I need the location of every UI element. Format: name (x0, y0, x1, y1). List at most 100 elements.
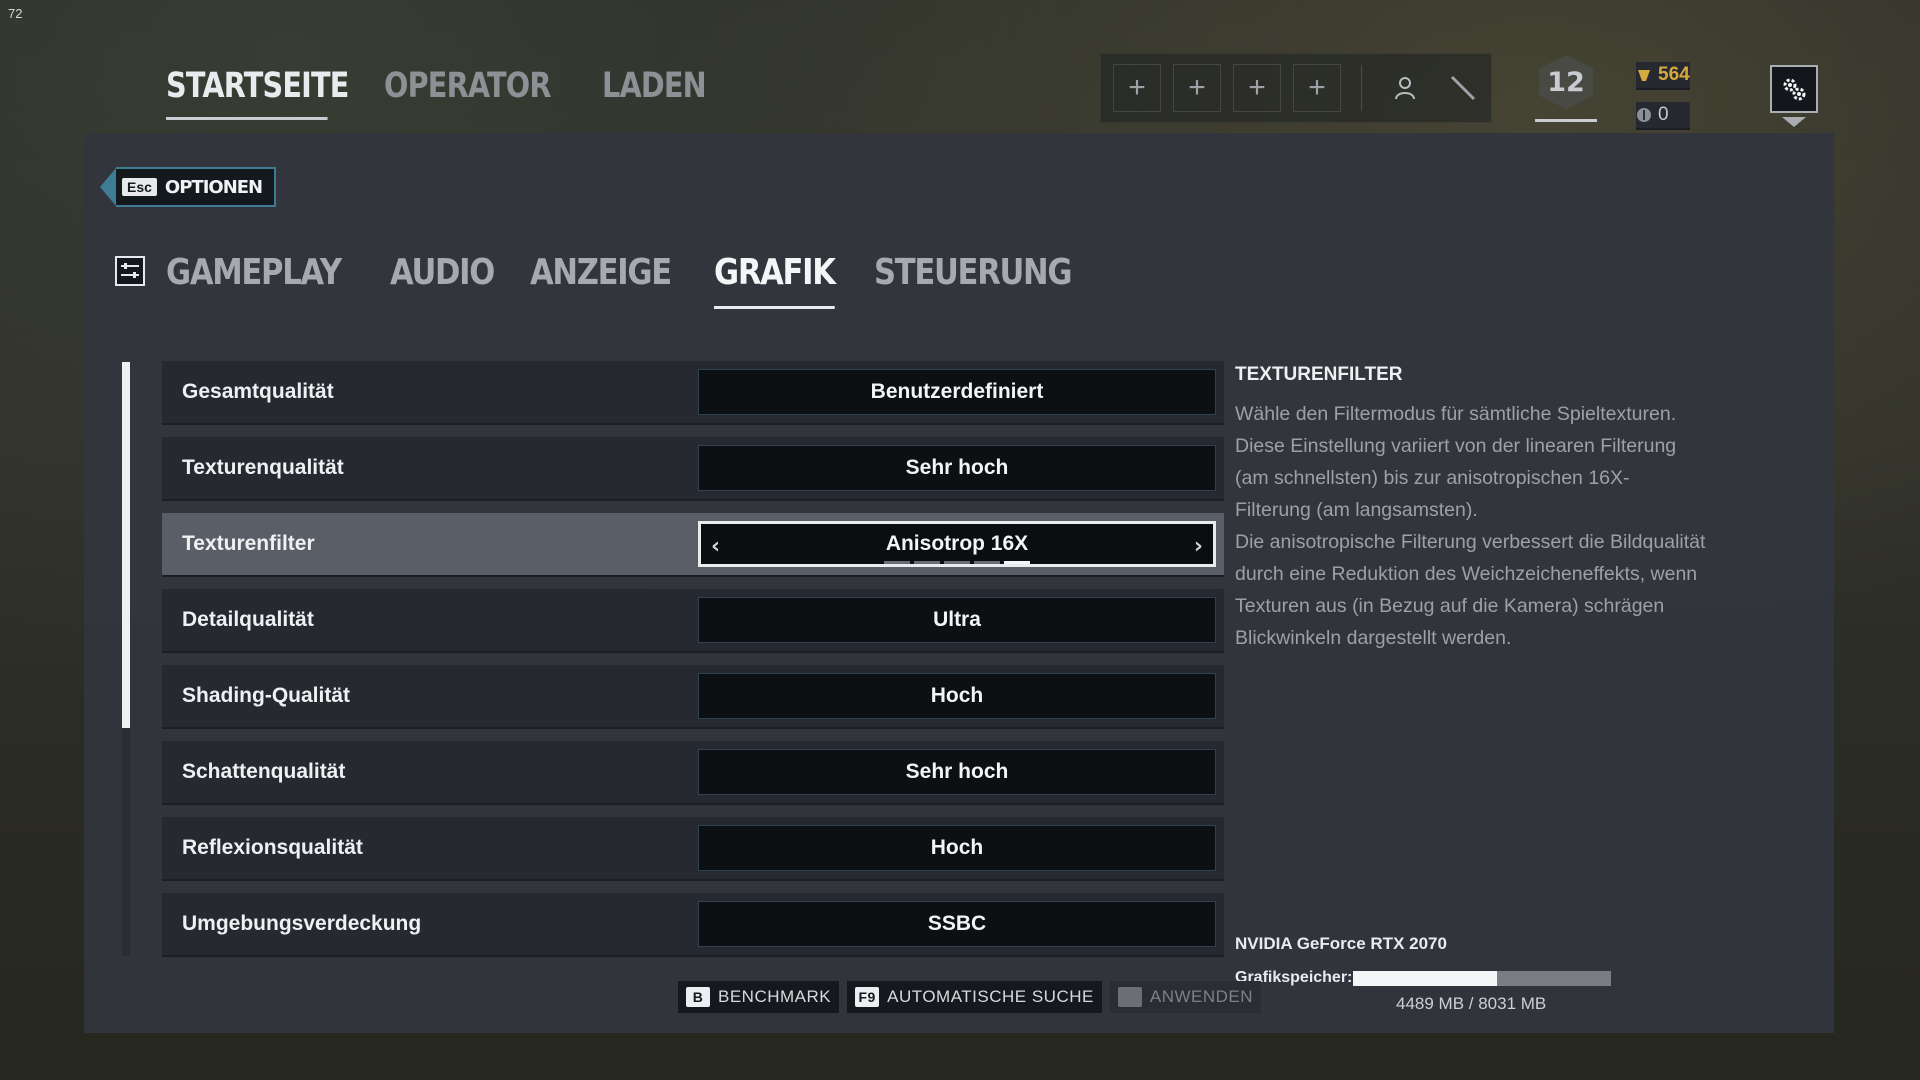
setting-row-reflexionsqualitaet[interactable]: Reflexionsqualität Hoch (162, 817, 1224, 881)
setting-value[interactable]: Hoch (698, 825, 1216, 871)
button-label: BENCHMARK (718, 987, 832, 1006)
setting-row-schattenqualitaet[interactable]: Schattenqualität Sehr hoch (162, 741, 1224, 805)
player-level: 12 (1535, 55, 1597, 125)
description-line: durch eine Reduktion des Weichzeicheneff… (1235, 563, 1698, 585)
renown-amount: 564 (1658, 64, 1690, 85)
key-hint (1117, 987, 1142, 1007)
plus-icon: + (1248, 71, 1266, 104)
option-pip (974, 561, 1000, 564)
renown-icon (1638, 70, 1650, 81)
tab-steuerung[interactable]: STEUERUNG (874, 252, 1073, 309)
description-line: Diese Einstellung variiert von der linea… (1235, 435, 1677, 457)
gear-icon (1783, 78, 1806, 101)
squad-slot-1[interactable]: + (1113, 64, 1161, 112)
nav-startseite[interactable]: STARTSEITE (166, 66, 349, 120)
setting-value[interactable]: SSBC (698, 901, 1216, 947)
key-hint: B (686, 987, 710, 1007)
setting-value[interactable]: Benutzerdefiniert (698, 369, 1216, 415)
button-label: ANWENDEN (1149, 987, 1254, 1006)
vram-usage-bar (1353, 971, 1611, 986)
setting-label: Gesamtqualität (182, 380, 334, 403)
auto-detect-button[interactable]: F9 AUTOMATISCHE SUCHE (847, 981, 1102, 1013)
squad-bar: + + + + (1100, 53, 1492, 123)
setting-row-umgebungsverdeckung[interactable]: Umgebungsverdeckung SSBC (162, 893, 1224, 957)
tab-audio[interactable]: AUDIO (390, 252, 495, 309)
tab-grafik[interactable]: GRAFIK (713, 252, 836, 309)
description-line: Die anisotropische Filterung verbessert … (1235, 531, 1706, 553)
benchmark-button[interactable]: B BENCHMARK (678, 981, 840, 1013)
description-title: TEXTURENFILTER (1235, 364, 1403, 385)
setting-value[interactable]: Sehr hoch (698, 445, 1216, 491)
nav-operator[interactable]: OPERATOR (384, 66, 551, 120)
setting-value[interactable]: Ultra (698, 597, 1216, 643)
description-line: Blickwinkeln dargestellt werden. (1235, 627, 1512, 649)
vram-usage-text: 4489 MB / 8031 MB (1396, 994, 1547, 1013)
main-nav: STARTSEITE OPERATOR LADEN (166, 66, 782, 120)
apply-button[interactable]: ANWENDEN (1109, 981, 1262, 1013)
fps-counter: 72 (8, 6, 23, 21)
level-badge: 12 (1539, 55, 1593, 109)
plus-icon: + (1128, 71, 1146, 104)
setting-label: Umgebungsverdeckung (182, 912, 422, 935)
setting-row-detailqualitaet[interactable]: Detailqualität Ultra (162, 589, 1224, 653)
option-pip (914, 561, 940, 564)
nav-laden[interactable]: LADEN (602, 66, 750, 120)
option-position-indicator (884, 561, 1030, 564)
setting-row-gesamtqualitaet[interactable]: Gesamtqualität Benutzerdefiniert (162, 361, 1224, 425)
option-pip (884, 561, 910, 564)
level-underline (1535, 119, 1597, 122)
options-tabs: GAMEPLAY AUDIO ANZEIGE GRAFIK STEUERUNG (166, 252, 1124, 309)
option-pip (1004, 561, 1030, 564)
user-icon (1395, 77, 1415, 100)
squad-slot-2[interactable]: + (1173, 64, 1221, 112)
key-hint: F9 (855, 987, 880, 1007)
options-title: OPTIONEN (164, 176, 263, 198)
currency-display: 564 0 (1636, 62, 1690, 142)
setting-label: Reflexionsqualität (182, 836, 363, 859)
setting-description: TEXTURENFILTER Wähle den Filtermodus für… (1235, 364, 1765, 654)
vram-usage-fill (1353, 971, 1498, 986)
squad-slot-4[interactable]: + (1293, 64, 1341, 112)
setting-label: Texturenfilter (182, 532, 315, 555)
back-button[interactable]: Esc OPTIONEN (100, 167, 277, 207)
back-arrow-icon (100, 168, 116, 206)
setting-label: Texturenqualität (182, 456, 344, 479)
tab-gameplay[interactable]: GAMEPLAY (166, 252, 342, 309)
tab-anzeige[interactable]: ANZEIGE (530, 252, 672, 309)
setting-label: Detailqualität (182, 608, 314, 631)
chevron-left-icon[interactable]: ‹ (711, 534, 720, 559)
setting-value[interactable]: Sehr hoch (698, 749, 1216, 795)
description-line: Texturen aus (in Bezug auf die Kamera) s… (1235, 595, 1665, 617)
button-label: AUTOMATISCHE SUCHE (887, 987, 1094, 1006)
plus-icon: + (1308, 71, 1326, 104)
credits-amount: 0 (1658, 104, 1669, 125)
setting-row-texturenfilter[interactable]: Texturenfilter ‹ Anisotrop 16X › (162, 513, 1224, 577)
setting-value[interactable]: Hoch (698, 673, 1216, 719)
option-pip (944, 561, 970, 564)
bottom-actions: B BENCHMARK F9 AUTOMATISCHE SUCHE ANWEND… (678, 981, 1262, 1013)
slash-button[interactable] (1440, 65, 1486, 111)
scrollbar-thumb[interactable] (122, 362, 130, 728)
setting-label: Schattenqualität (182, 760, 346, 783)
setting-row-shading-qualitaet[interactable]: Shading-Qualität Hoch (162, 665, 1224, 729)
setting-label: Shading-Qualität (182, 684, 350, 707)
setting-value[interactable]: ‹ Anisotrop 16X › (698, 521, 1216, 567)
description-line: (am schnellsten) bis zur anisotropischen… (1235, 467, 1630, 489)
chevron-right-icon[interactable]: › (1194, 534, 1203, 559)
setting-value-text: Anisotrop 16X (885, 532, 1029, 555)
description-line: Wähle den Filtermodus für sämtliche Spie… (1235, 403, 1677, 425)
setting-row-texturenqualitaet[interactable]: Texturenqualität Sehr hoch (162, 437, 1224, 501)
settings-button[interactable] (1770, 65, 1818, 113)
gpu-name: NVIDIA GeForce RTX 2070 (1235, 934, 1447, 953)
settings-list: Gesamtqualität Benutzerdefiniert Texture… (162, 361, 1224, 969)
squad-slot-3[interactable]: + (1233, 64, 1281, 112)
credits-icon (1637, 108, 1651, 122)
divider (1361, 65, 1362, 111)
description-line: Filterung (am langsamsten). (1235, 499, 1478, 521)
sliders-icon (115, 256, 145, 286)
settings-notch (1782, 117, 1806, 127)
esc-key: Esc (122, 178, 157, 196)
plus-icon: + (1188, 71, 1206, 104)
profile-button[interactable] (1382, 65, 1428, 111)
slash-icon (1450, 75, 1476, 101)
